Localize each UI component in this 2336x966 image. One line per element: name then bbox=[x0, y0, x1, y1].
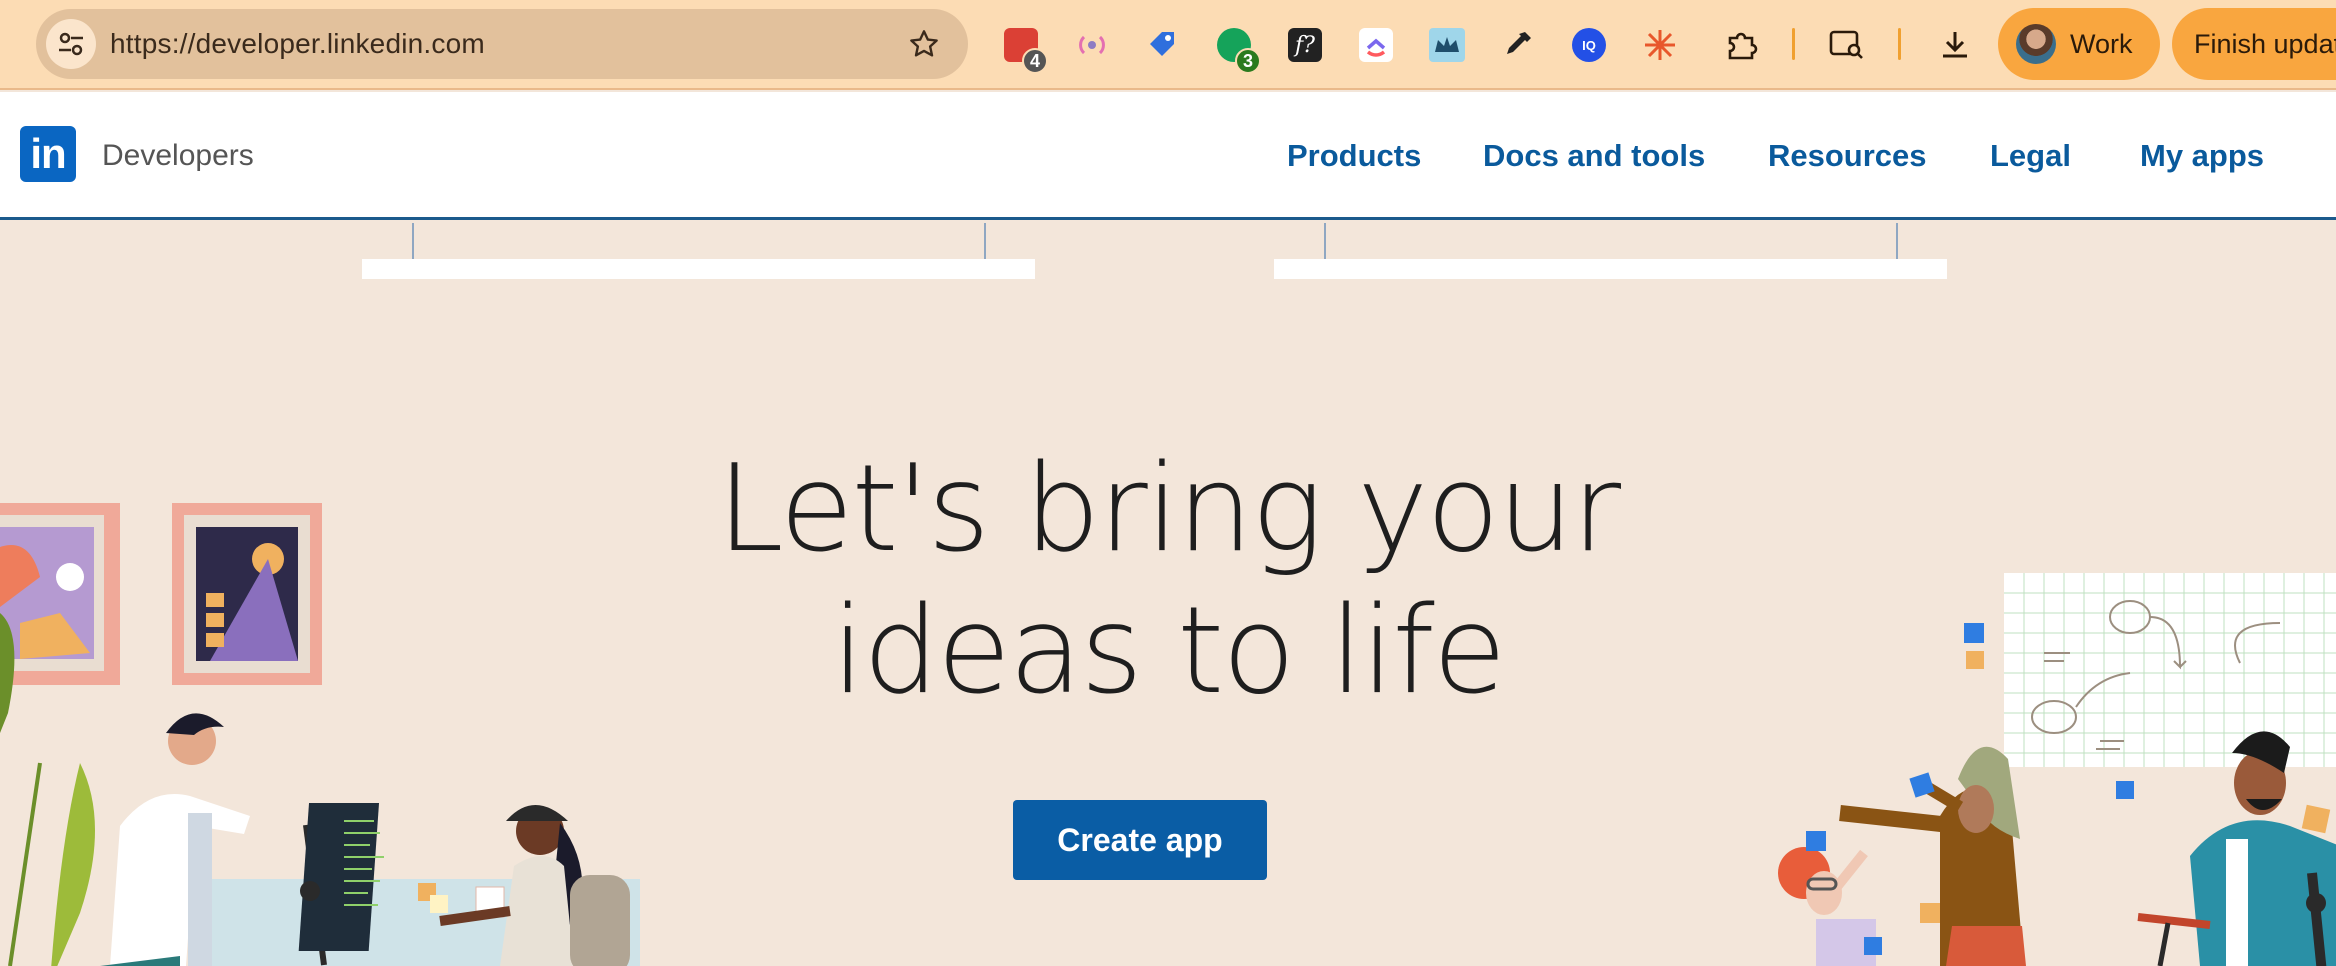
rail-hanger bbox=[1324, 223, 1326, 259]
tune-icon bbox=[59, 32, 83, 56]
ceiling-light-right bbox=[1274, 259, 1947, 279]
profile-button[interactable]: Work bbox=[1998, 8, 2160, 80]
todoist-extension-icon[interactable]: 4 bbox=[1000, 24, 1048, 74]
brand-text[interactable]: Developers bbox=[102, 92, 254, 220]
finish-update-button[interactable]: Finish update bbox=[2172, 8, 2336, 80]
nav-docs-and-tools[interactable]: Docs and tools bbox=[1483, 92, 1705, 220]
extensions-puzzle-icon[interactable] bbox=[1720, 24, 1762, 66]
address-bar[interactable]: https://developer.linkedin.com bbox=[36, 9, 968, 79]
iq-extension-icon[interactable]: IQ bbox=[1568, 24, 1610, 66]
grammarly-extension-icon[interactable]: 3 bbox=[1213, 24, 1261, 74]
bookmark-star-icon[interactable] bbox=[908, 28, 940, 60]
download-icon[interactable] bbox=[1934, 24, 1976, 66]
rail-hanger bbox=[984, 223, 986, 259]
office-illustration-left bbox=[0, 503, 640, 966]
hero-section: Let's bring your ideas to life Create ap… bbox=[0, 223, 2336, 966]
profile-label: Work bbox=[2070, 29, 2133, 59]
starburst-extension-icon[interactable] bbox=[1639, 24, 1681, 66]
crown-extension-icon[interactable] bbox=[1426, 24, 1468, 66]
toolbar-separator bbox=[1792, 28, 1795, 60]
site-settings-button[interactable] bbox=[46, 19, 96, 69]
font-finder-extension-icon[interactable]: f? bbox=[1284, 24, 1326, 66]
update-label: Finish update bbox=[2194, 29, 2336, 59]
toolbar-separator bbox=[1898, 28, 1901, 60]
tab-search-icon[interactable] bbox=[1826, 24, 1868, 66]
site-header: in Developers Products Docs and tools Re… bbox=[0, 92, 2336, 220]
rail-hanger bbox=[412, 223, 414, 259]
broadcast-extension-icon[interactable] bbox=[1071, 24, 1113, 66]
rail-hanger bbox=[1896, 223, 1898, 259]
url-text[interactable]: https://developer.linkedin.com bbox=[110, 9, 485, 79]
office-illustration-right bbox=[1778, 573, 2336, 966]
nav-products[interactable]: Products bbox=[1287, 92, 1421, 220]
extension-badge: 4 bbox=[1022, 48, 1048, 74]
linkedin-logo[interactable]: in bbox=[20, 126, 76, 182]
nav-my-apps[interactable]: My apps bbox=[2140, 92, 2264, 220]
browser-toolbar: https://developer.linkedin.com 4 3 f? IQ bbox=[0, 0, 2336, 90]
eyedropper-extension-icon[interactable] bbox=[1497, 24, 1539, 66]
nav-legal[interactable]: Legal bbox=[1990, 92, 2071, 220]
extension-badge: 3 bbox=[1235, 48, 1261, 74]
create-app-button[interactable]: Create app bbox=[1013, 800, 1267, 880]
clickup-extension-icon[interactable] bbox=[1355, 24, 1397, 66]
nav-resources[interactable]: Resources bbox=[1768, 92, 1927, 220]
tag-extension-icon[interactable] bbox=[1142, 24, 1184, 66]
avatar bbox=[2016, 24, 2056, 64]
ceiling-light-left bbox=[362, 259, 1035, 279]
